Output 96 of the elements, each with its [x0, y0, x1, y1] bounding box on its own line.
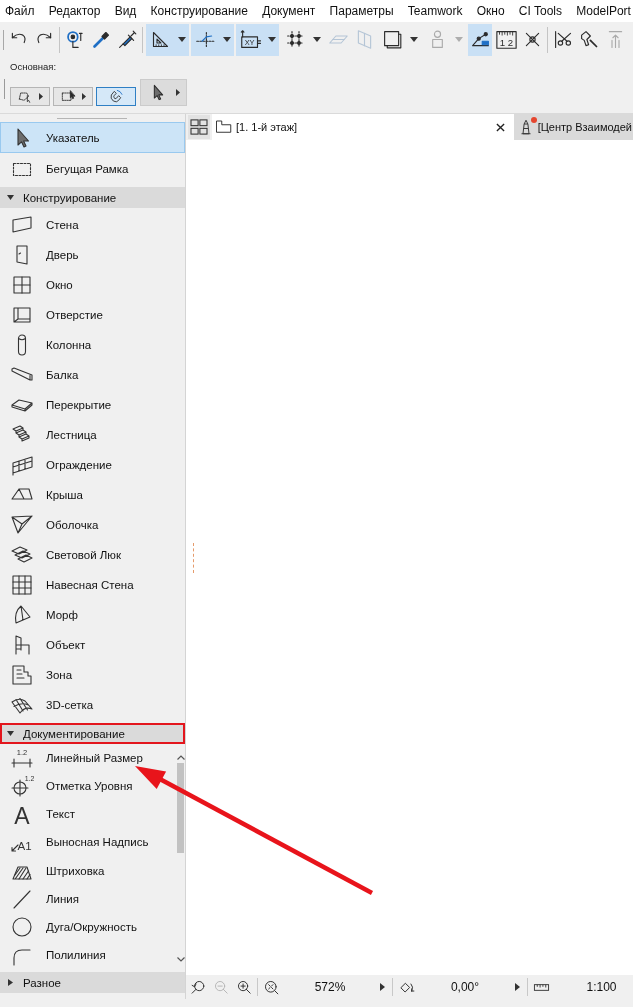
section-header[interactable]: Разное: [0, 972, 185, 993]
magnet-icon: [108, 88, 124, 105]
eyedropper-icon: [90, 29, 112, 50]
tool-item[interactable]: Объект: [0, 630, 185, 660]
menu-triangle-icon: [175, 89, 180, 96]
dropdown-button[interactable]: [219, 23, 234, 56]
toolbar-button[interactable]: [468, 23, 492, 56]
section-header[interactable]: Документирование: [0, 723, 185, 744]
caret-icon: [454, 37, 463, 42]
scrollbar-thumb[interactable]: [177, 763, 184, 853]
toolset-button[interactable]: [140, 79, 187, 106]
toolset-title: Основная:: [10, 61, 57, 73]
tool-item[interactable]: Крыша: [0, 480, 185, 510]
zoom-fit-icon[interactable]: [263, 978, 280, 996]
section-header[interactable]: Конструирование: [0, 187, 185, 208]
tool-item[interactable]: Световой Люк: [0, 540, 185, 570]
tool-item[interactable]: Бегущая Рамка: [0, 153, 185, 184]
menu-item[interactable]: Документ: [262, 3, 316, 19]
scissors-icon: [552, 29, 574, 50]
tool-item[interactable]: Зона: [0, 660, 185, 690]
menu-item[interactable]: Окно: [476, 3, 505, 19]
menu-item[interactable]: Редактор: [48, 3, 101, 19]
zoom-value[interactable]: 572%: [314, 980, 346, 994]
tool-item[interactable]: Морф: [0, 600, 185, 630]
toolbar-button[interactable]: [146, 23, 174, 56]
target-select-icon: [64, 29, 86, 50]
tool-item[interactable]: 3D-сетка: [0, 690, 185, 720]
tool-item[interactable]: Дверь: [0, 240, 185, 270]
ruler-icon: 1 2: [495, 29, 517, 50]
scroll-up-icon[interactable]: [176, 755, 185, 760]
circle-icon: [10, 914, 34, 939]
tool-item[interactable]: Лестница: [0, 420, 185, 450]
floor-plan-icon: [215, 118, 233, 136]
view-tab[interactable]: [1. 1-й этаж]: [212, 114, 514, 140]
tool-item[interactable]: Дуга/Окружность: [0, 912, 176, 941]
scroll-down-icon[interactable]: [176, 957, 185, 962]
syringe-icon: [116, 29, 138, 50]
menu-triangle-icon: [38, 93, 43, 100]
magic-wand-icon: [578, 29, 600, 50]
dropdown-button[interactable]: [174, 23, 189, 56]
grid-snap-icon: [284, 29, 306, 50]
menu-item[interactable]: Параметры: [329, 3, 394, 19]
splitter-handle[interactable]: [193, 542, 194, 573]
notification-dot-icon: [530, 117, 537, 123]
zoom-back-icon: [189, 978, 207, 996]
caret-icon: [222, 37, 231, 42]
menu-item[interactable]: Конструирование: [150, 3, 248, 19]
caret-icon: [409, 37, 418, 42]
tool-item[interactable]: A Текст: [0, 800, 176, 829]
nested-squares-icon: [381, 29, 403, 50]
collapse-triangle-icon: [7, 195, 14, 200]
toolset-button[interactable]: [10, 87, 50, 106]
tool-item[interactable]: Штриховка: [0, 856, 176, 885]
tool-item[interactable]: Перекрытие: [0, 390, 185, 420]
menu-item[interactable]: CI Tools: [518, 3, 562, 19]
tab-overview-button[interactable]: [188, 115, 210, 139]
dropdown-button[interactable]: [264, 23, 279, 56]
tool-item[interactable]: Полилиния: [0, 940, 176, 969]
menu-item[interactable]: ModelPort: [576, 3, 631, 19]
letter-icon: A: [10, 802, 34, 827]
expand-triangle-icon: [8, 979, 13, 986]
menu-item[interactable]: Файл: [5, 3, 35, 19]
tool-item[interactable]: A1 Выносная Надпись: [0, 828, 176, 857]
angle-value[interactable]: 0,00°: [450, 980, 480, 994]
fence-icon: [10, 453, 34, 477]
zone-outline-icon: [10, 663, 34, 687]
zoom-out-icon: [212, 978, 230, 996]
caret-icon: [312, 37, 321, 42]
tool-item[interactable]: Ограждение: [0, 450, 185, 480]
menu-triangle-icon[interactable]: [515, 983, 520, 991]
window-icon: [10, 273, 34, 297]
view-tab[interactable]: [Центр Взаимодей: [513, 114, 633, 140]
tool-item[interactable]: Окно: [0, 270, 185, 300]
toolbar-button[interactable]: 1 2: [494, 23, 518, 56]
tool-item[interactable]: Оболочка: [0, 510, 185, 540]
tool-item[interactable]: Колонна: [0, 330, 185, 360]
toolset-button[interactable]: [53, 87, 93, 106]
menu-triangle-icon: [81, 93, 86, 100]
grid-panel-icon: [10, 573, 34, 597]
tool-item[interactable]: Навесная Стена: [0, 570, 185, 600]
menu-item[interactable]: Teamwork: [407, 3, 463, 19]
toolbar-button[interactable]: [191, 23, 219, 56]
close-icon[interactable]: [495, 122, 505, 132]
tool-item[interactable]: Балка: [0, 360, 185, 390]
tool-item[interactable]: Линия: [0, 884, 176, 913]
collapse-triangle-icon: [7, 731, 14, 736]
tool-item[interactable]: Стена: [0, 210, 185, 240]
caret-icon: [267, 37, 276, 42]
grid-icon: [190, 119, 208, 135]
zoom-in-icon: [235, 978, 253, 996]
tool-item[interactable]: Указатель: [0, 122, 185, 153]
scale-value[interactable]: 1:100: [586, 980, 617, 994]
caret-icon: [177, 37, 186, 42]
tool-item[interactable]: Отверстие: [0, 300, 185, 330]
menu-triangle-icon[interactable]: [380, 983, 385, 991]
menu-item[interactable]: Вид: [114, 3, 137, 19]
